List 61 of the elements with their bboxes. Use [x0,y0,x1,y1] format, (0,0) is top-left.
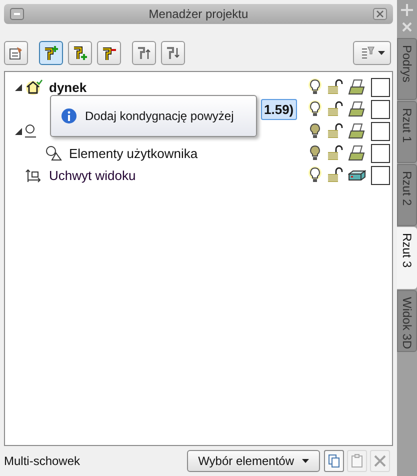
toolbar-button[interactable] [161,40,185,65]
toolbar-button[interactable] [68,40,92,65]
device-icon[interactable] [348,168,366,182]
info-icon [61,108,77,124]
properties-icon [8,44,24,61]
copy-icon [328,454,340,468]
tree-item[interactable]: 1.59) [261,98,297,120]
lightbulb-icon[interactable] [308,78,322,96]
lightbulb-icon[interactable] [308,166,322,184]
checkbox[interactable] [371,166,390,185]
caret-icon [378,50,385,55]
level-down-icon [165,44,181,61]
checkbox[interactable] [371,100,390,119]
delete-icon [374,455,386,468]
level-up-icon [136,44,152,61]
toolbar-button[interactable] [4,40,28,65]
window-menu-icon[interactable] [10,8,24,20]
level-remove-icon [101,44,117,61]
caret-icon [302,459,309,464]
lightbulb-icon[interactable] [308,100,322,118]
lightbulb-icon[interactable] [308,122,322,140]
padlock-icon[interactable] [327,79,343,96]
tree-item[interactable]: Elementy użytkownika [65,142,202,164]
close-icon[interactable] [373,8,387,20]
checkbox[interactable] [371,144,390,163]
shapes-icon [45,145,63,162]
tree-item[interactable]: dynek [45,76,91,98]
printer-icon[interactable] [348,145,366,162]
side-tab[interactable]: Rzut 3 [397,227,417,289]
tooltip-text: Dodaj kondygnację powyżej [85,108,234,125]
clipboard-icon [351,454,363,468]
copy-button[interactable] [324,450,344,472]
level-add-icon [72,44,88,61]
padlock-icon[interactable] [327,145,343,162]
padlock-icon[interactable] [327,167,343,184]
side-tab[interactable]: Rzut 2 [397,164,417,226]
footer-label: Multi-schowek [4,453,80,470]
padlock-icon[interactable] [327,101,343,118]
side-tab[interactable]: Rzut 1 [397,101,417,163]
view-handle-icon [25,167,43,184]
filter-dropdown[interactable] [353,40,391,65]
collapse-icon[interactable] [14,128,22,135]
side-tab[interactable]: Widok 3D [397,290,417,352]
house-icon [25,79,43,96]
side-tab[interactable]: Podrys [397,38,417,100]
filter-icon [359,44,375,61]
padlock-icon[interactable] [327,123,343,140]
toolbar-button[interactable] [97,40,121,65]
printer-icon[interactable] [348,79,366,96]
selection-dropdown[interactable]: Wybór elementów [187,450,320,472]
printer-icon[interactable] [348,101,366,118]
window-title: Menadżer projektu [148,6,250,23]
level-add-icon [43,44,59,61]
toolbar-button[interactable] [132,40,156,65]
checkbox[interactable] [371,78,390,97]
checkbox[interactable] [371,122,390,141]
lightbulb-icon[interactable] [308,144,322,162]
toolbar-button[interactable] [39,40,63,65]
tree-item[interactable]: Uchwyt widoku [45,164,140,186]
printer-icon[interactable] [348,123,366,140]
collapse-icon[interactable] [14,84,22,91]
